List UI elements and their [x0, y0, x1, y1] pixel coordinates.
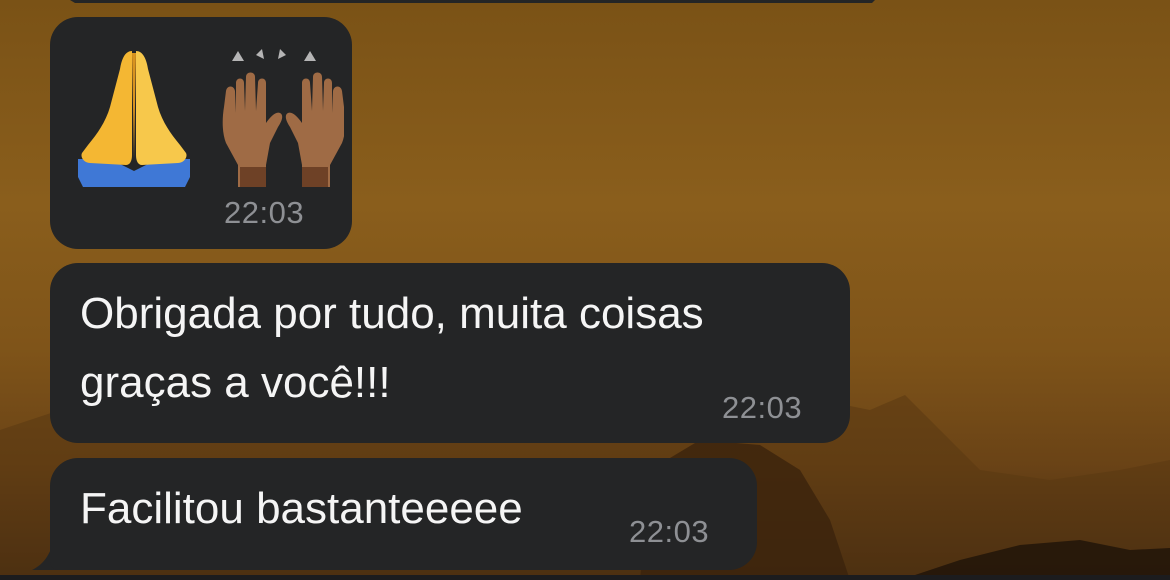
message-timestamp: 22:03	[224, 195, 305, 230]
message-bubble-text[interactable]: Obrigada por tudo, muita coisas graças a…	[50, 263, 850, 443]
folded-hands-icon	[78, 51, 190, 189]
message-bubble-emoji[interactable]: 22:03	[50, 17, 352, 249]
emoji-row	[74, 47, 346, 189]
message-bubble-text[interactable]: Facilitou bastanteeeee 22:03	[50, 458, 757, 570]
raising-hands-icon	[222, 49, 346, 187]
message-timestamp: 22:03	[629, 514, 710, 549]
message-timestamp: 22:03	[722, 390, 803, 425]
message-text: Facilitou bastanteeeee	[80, 484, 523, 533]
